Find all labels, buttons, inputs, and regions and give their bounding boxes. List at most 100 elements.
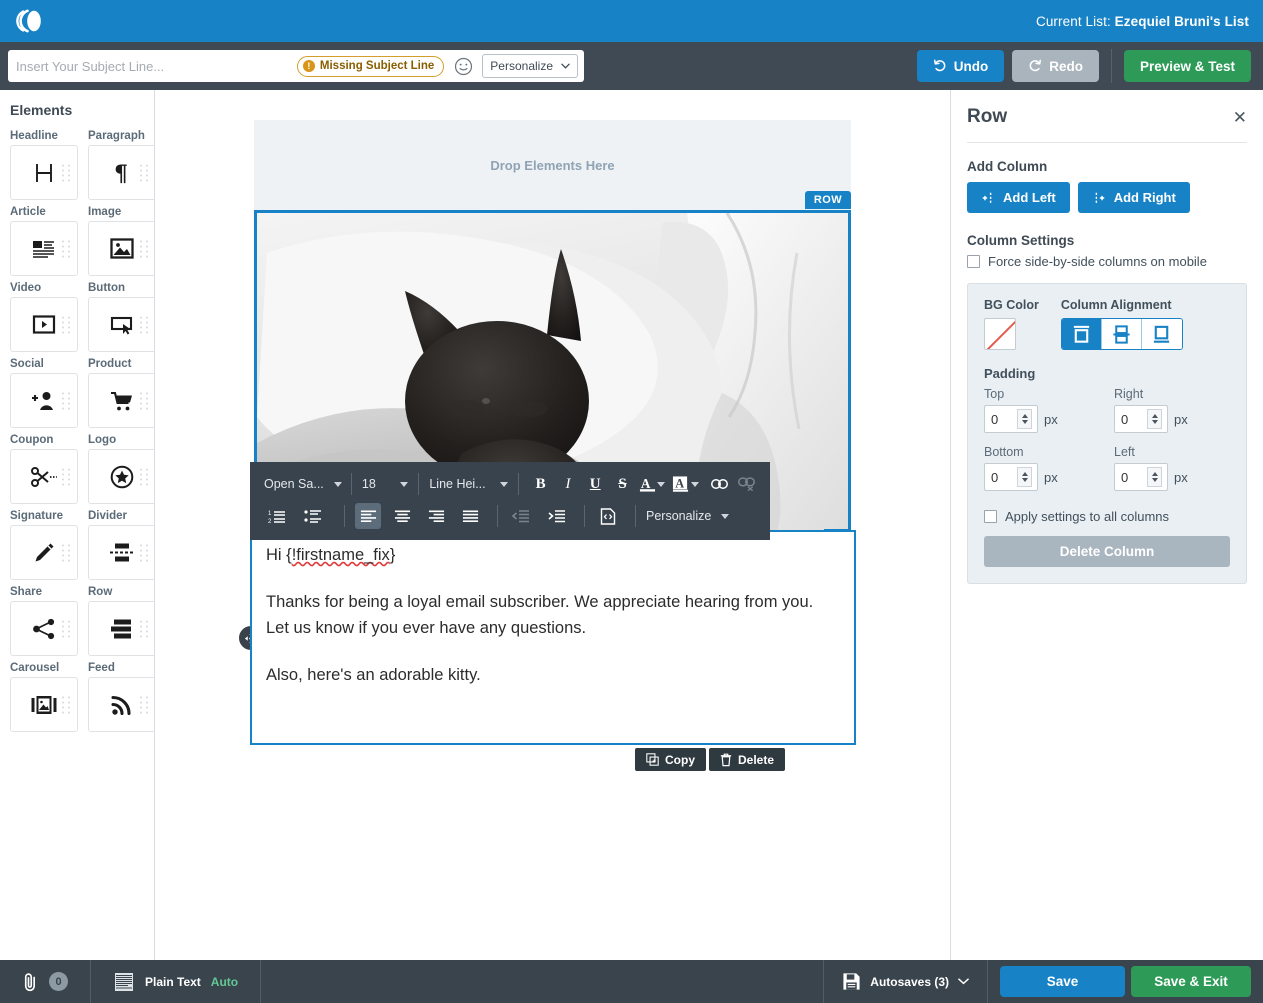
element-item-divider[interactable]: Divider xyxy=(88,510,155,580)
italic-button[interactable]: I xyxy=(556,471,579,497)
element-drag-box[interactable] xyxy=(10,449,78,504)
element-drag-box[interactable] xyxy=(10,221,78,276)
outdent-icon[interactable] xyxy=(508,503,534,529)
element-drag-box[interactable] xyxy=(88,297,155,352)
padding-left-spinner[interactable] xyxy=(1114,463,1168,491)
element-drag-box[interactable] xyxy=(88,221,155,276)
element-item-logo[interactable]: Logo xyxy=(88,434,155,504)
element-drag-box[interactable] xyxy=(88,677,155,732)
rte-personalize-select[interactable]: Personalize xyxy=(646,509,729,523)
close-icon[interactable]: ✕ xyxy=(1233,109,1247,126)
subject-personalize-select[interactable]: Personalize xyxy=(482,54,578,78)
padding-bottom-input[interactable] xyxy=(991,470,1017,485)
padding-right-input[interactable] xyxy=(1121,412,1147,427)
redo-button[interactable]: Redo xyxy=(1012,50,1099,82)
campaign-monitor-logo-icon[interactable] xyxy=(14,4,48,38)
element-drag-box[interactable] xyxy=(10,525,78,580)
plain-text-segment[interactable]: Plain Text Auto xyxy=(91,960,260,1003)
delete-column-button[interactable]: Delete Column xyxy=(984,536,1230,567)
bullet-list-icon[interactable] xyxy=(300,503,326,529)
ordered-list-icon[interactable]: 12 xyxy=(264,503,290,529)
element-drag-box[interactable] xyxy=(10,677,78,732)
element-drag-box[interactable] xyxy=(10,297,78,352)
subject-input[interactable] xyxy=(8,51,297,81)
text-element-editor[interactable]: Hi {!firstname_fix} Thanks for being a l… xyxy=(250,530,856,745)
element-drag-box[interactable] xyxy=(88,525,155,580)
highlight-color-dropdown[interactable] xyxy=(690,471,701,497)
add-left-button[interactable]: Add Left xyxy=(967,182,1070,213)
padding-right-spinner[interactable] xyxy=(1114,405,1168,433)
element-item-social[interactable]: Social xyxy=(10,358,78,428)
apply-all-row[interactable]: Apply settings to all columns xyxy=(984,509,1230,524)
align-right-icon[interactable] xyxy=(423,503,449,529)
highlight-color-icon[interactable]: A xyxy=(672,471,690,497)
save-and-exit-button[interactable]: Save & Exit xyxy=(1131,966,1251,997)
force-side-by-side-checkbox[interactable] xyxy=(967,255,980,268)
bg-color-swatch[interactable] xyxy=(984,318,1016,350)
align-bottom-icon[interactable] xyxy=(1142,319,1182,349)
align-left-icon[interactable] xyxy=(355,503,381,529)
apply-all-checkbox[interactable] xyxy=(984,510,997,523)
align-center-icon[interactable] xyxy=(389,503,415,529)
bold-button[interactable]: B xyxy=(529,471,552,497)
undo-button[interactable]: Undo xyxy=(917,50,1005,82)
stepper-arrows-icon[interactable] xyxy=(1147,409,1162,429)
text-color-icon[interactable]: A xyxy=(638,471,656,497)
email-canvas[interactable]: Drop Elements Here ROW xyxy=(155,90,950,960)
element-item-button[interactable]: Button xyxy=(88,282,155,352)
element-drag-box[interactable] xyxy=(10,373,78,428)
link-icon[interactable] xyxy=(707,471,730,497)
element-item-image[interactable]: Image xyxy=(88,206,155,276)
source-code-icon[interactable] xyxy=(595,503,621,529)
line-height-select[interactable]: Line Hei... xyxy=(429,472,508,496)
smiley-icon[interactable] xyxy=(452,55,474,77)
font-family-select[interactable]: Open Sa... xyxy=(264,472,341,496)
element-drag-box[interactable] xyxy=(88,449,155,504)
copy-button[interactable]: Copy xyxy=(635,748,706,771)
force-side-by-side-row[interactable]: Force side-by-side columns on mobile xyxy=(967,254,1247,269)
element-item-share[interactable]: Share xyxy=(10,586,78,656)
element-item-row[interactable]: Row xyxy=(88,586,155,656)
unlink-icon[interactable] xyxy=(735,471,758,497)
element-drag-box[interactable]: ¶ xyxy=(88,145,155,200)
indent-icon[interactable] xyxy=(544,503,570,529)
padding-left-cell: Left px xyxy=(1114,445,1230,491)
align-top-icon[interactable] xyxy=(1062,319,1102,349)
delete-button[interactable]: Delete xyxy=(709,748,785,771)
copy-label: Copy xyxy=(665,753,695,767)
attachments-segment[interactable]: 0 xyxy=(0,960,90,1003)
element-label: Share xyxy=(10,586,78,598)
element-drag-box[interactable] xyxy=(88,373,155,428)
element-item-feed[interactable]: Feed xyxy=(88,662,155,732)
underline-button[interactable]: U xyxy=(584,471,607,497)
element-item-product[interactable]: Product xyxy=(88,358,155,428)
element-item-signature[interactable]: Signature xyxy=(10,510,78,580)
stepper-arrows-icon[interactable] xyxy=(1147,467,1162,487)
text-color-dropdown[interactable] xyxy=(656,471,667,497)
font-size-select[interactable]: 18 xyxy=(362,472,409,496)
element-item-article[interactable]: Article xyxy=(10,206,78,276)
strikethrough-button[interactable]: S xyxy=(611,471,634,497)
padding-bottom-spinner[interactable] xyxy=(984,463,1038,491)
padding-top-input[interactable] xyxy=(991,412,1017,427)
stepper-arrows-icon[interactable] xyxy=(1017,467,1032,487)
current-list-indicator: Current List: Ezequiel Bruni's List xyxy=(1036,14,1249,29)
preview-and-test-button[interactable]: Preview & Test xyxy=(1124,50,1251,82)
element-item-carousel[interactable]: Carousel xyxy=(10,662,78,732)
padding-left-input[interactable] xyxy=(1121,470,1147,485)
element-item-coupon[interactable]: Coupon xyxy=(10,434,78,504)
align-middle-icon[interactable] xyxy=(1102,319,1142,349)
padding-top-spinner[interactable] xyxy=(984,405,1038,433)
save-button[interactable]: Save xyxy=(1000,966,1125,997)
add-right-button[interactable]: Add Right xyxy=(1078,182,1190,213)
element-item-video[interactable]: Video xyxy=(10,282,78,352)
stepper-arrows-icon[interactable] xyxy=(1017,409,1032,429)
element-drag-box[interactable] xyxy=(88,601,155,656)
element-item-headline[interactable]: Headline xyxy=(10,130,78,200)
element-item-paragraph[interactable]: Paragraph ¶ xyxy=(88,130,155,200)
autosaves-dropdown[interactable]: Autosaves (3) xyxy=(824,972,987,991)
element-drag-box[interactable] xyxy=(10,601,78,656)
align-justify-icon[interactable] xyxy=(457,503,483,529)
element-drag-box[interactable] xyxy=(10,145,78,200)
dropzone-top[interactable]: Drop Elements Here xyxy=(254,120,851,210)
